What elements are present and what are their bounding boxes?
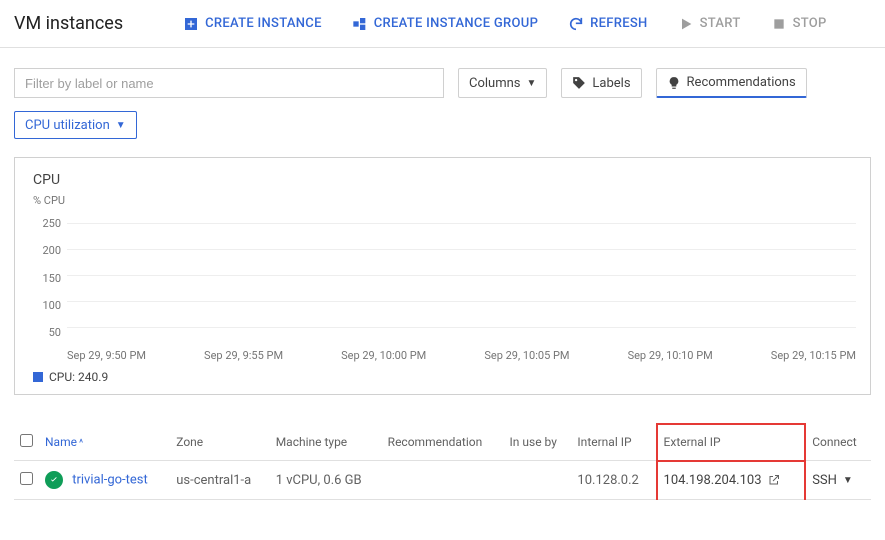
chart-ylabel: % CPU: [33, 194, 856, 207]
status-running-icon: [45, 471, 63, 489]
chevron-down-icon: ▼: [843, 475, 853, 486]
cpu-chart-panel: CPU % CPU 250 200 150 100 50 Sep 29, 9:5…: [14, 157, 871, 395]
columns-button[interactable]: Columns ▼: [458, 68, 547, 98]
play-icon: [678, 16, 694, 32]
metric-selector-row: CPU utilization ▼: [0, 111, 885, 157]
legend-color-swatch: [33, 372, 43, 382]
plus-box-icon: [183, 16, 199, 32]
zone-header[interactable]: Zone: [170, 424, 269, 461]
refresh-button[interactable]: REFRESH: [568, 16, 647, 32]
recommendations-button[interactable]: Recommendations: [656, 68, 807, 98]
instances-table: Name^ Zone Machine type Recommendation I…: [14, 423, 871, 500]
zone-cell: us-central1-a: [170, 461, 269, 500]
labels-button[interactable]: Labels: [561, 68, 641, 98]
chart-legend: CPU: 240.9: [33, 370, 856, 384]
x-axis: Sep 29, 9:50 PM Sep 29, 9:55 PM Sep 29, …: [67, 349, 856, 362]
page-title: VM instances: [14, 13, 123, 34]
table-header-row: Name^ Zone Machine type Recommendation I…: [14, 424, 871, 461]
connect-header: Connect: [805, 424, 871, 461]
create-instance-group-button[interactable]: CREATE INSTANCE GROUP: [352, 16, 538, 32]
internal-ip-cell: 10.128.0.2: [571, 461, 656, 500]
name-header[interactable]: Name^: [39, 424, 170, 461]
chart-area: 250 200 150 100 50: [33, 213, 856, 343]
ssh-dropdown[interactable]: SSH ▼: [812, 473, 865, 488]
tag-icon: [572, 76, 586, 90]
row-checkbox[interactable]: [20, 472, 33, 485]
instance-name-link[interactable]: trivial-go-test: [72, 472, 148, 487]
start-button: START: [678, 16, 741, 32]
metric-dropdown[interactable]: CPU utilization ▼: [14, 111, 137, 139]
in-use-by-cell: [504, 461, 572, 500]
open-external-icon[interactable]: [768, 474, 780, 486]
lightbulb-icon: [667, 76, 681, 90]
refresh-icon: [568, 16, 584, 32]
chart-title: CPU: [33, 172, 856, 188]
filter-input[interactable]: [14, 68, 444, 98]
recommendation-header[interactable]: Recommendation: [382, 424, 504, 461]
group-icon: [352, 16, 368, 32]
external-ip-cell: 104.198.204.103: [657, 461, 806, 500]
create-instance-button[interactable]: CREATE INSTANCE: [183, 16, 322, 32]
sort-asc-icon: ^: [79, 438, 83, 449]
y-axis: 250 200 150 100 50: [33, 213, 67, 343]
stop-button: STOP: [771, 16, 827, 32]
page-header: VM instances CREATE INSTANCE CREATE INST…: [0, 0, 885, 48]
recommendation-cell: [382, 461, 504, 500]
in-use-by-header[interactable]: In use by: [504, 424, 572, 461]
toolbar: Columns ▼ Labels Recommendations: [0, 48, 885, 111]
stop-icon: [771, 16, 787, 32]
chevron-down-icon: ▼: [527, 78, 537, 89]
machine-type-cell: 1 vCPU, 0.6 GB: [270, 461, 382, 500]
internal-ip-header[interactable]: Internal IP: [571, 424, 656, 461]
machine-type-header[interactable]: Machine type: [270, 424, 382, 461]
legend-text: CPU: 240.9: [49, 370, 108, 384]
table-row: trivial-go-test us-central1-a 1 vCPU, 0.…: [14, 461, 871, 500]
chart-grid: [67, 213, 856, 343]
external-ip-header[interactable]: External IP: [657, 424, 806, 461]
chart-plot: [67, 213, 856, 343]
chevron-down-icon: ▼: [116, 120, 126, 131]
select-all-checkbox[interactable]: [20, 434, 33, 447]
